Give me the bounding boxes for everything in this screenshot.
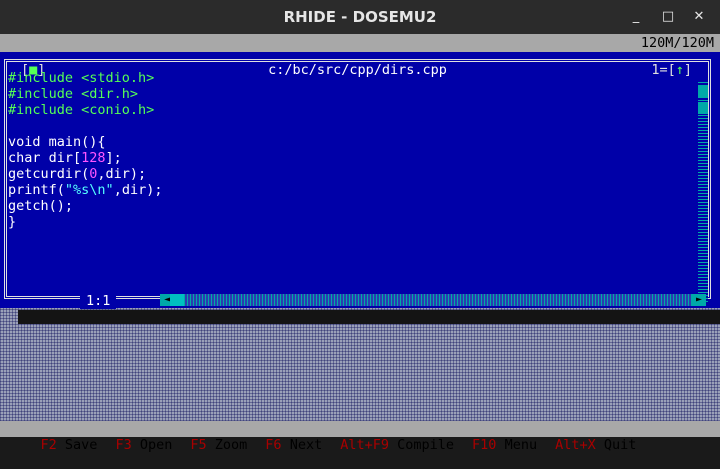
status-next[interactable]: F6 Next — [265, 437, 322, 453]
file-path: c:/bc/src/cpp/dirs.cpp — [262, 62, 453, 78]
memory-indicator: 120M/120M — [640, 35, 714, 51]
code-line-7: getcurdir(0,dir); — [8, 166, 147, 182]
code-line-2: #include <dir.h> — [8, 86, 139, 102]
status-zoom[interactable]: F5 Zoom — [190, 437, 247, 453]
cursor-position: 1:1 — [80, 293, 117, 309]
hscroll-thumb[interactable] — [170, 294, 184, 306]
window-shadow — [18, 310, 720, 324]
status-bar: F2 Save F3 Open F5 Zoom F6 Next Alt+F9 Compi… — [0, 421, 720, 453]
code-line-1: #include <stdio.h> — [8, 70, 155, 86]
status-save[interactable]: F2 Save — [41, 437, 98, 453]
scroll-right-arrow[interactable]: ► — [692, 294, 706, 306]
window-titlebar: RHIDE - DOSEMU2 _ □ ✕ — [0, 0, 720, 34]
maximize-button[interactable]: □ — [660, 9, 676, 25]
scroll-up-arrow[interactable] — [698, 86, 708, 98]
menu-bar: ≡FileEditSearchRunCompileDebugProjectOpt… — [0, 34, 720, 66]
window-title: RHIDE - DOSEMU2 — [283, 8, 437, 26]
status-quit[interactable]: Alt+X Quit — [555, 437, 636, 453]
status-compile[interactable]: Alt+F9 Compile — [340, 437, 454, 453]
dos-screen: ≡FileEditSearchRunCompileDebugProjectOpt… — [0, 34, 720, 453]
code-line-6: char dir[128]; — [8, 150, 122, 166]
code-line-5: void main(){ — [8, 134, 106, 150]
minimize-button[interactable]: _ — [628, 9, 644, 25]
code-line-9: getch(); — [8, 198, 74, 214]
scroll-thumb[interactable] — [698, 102, 708, 114]
zoom-box[interactable]: 1=[↑] — [649, 62, 694, 78]
status-open[interactable]: F3 Open — [115, 437, 172, 453]
window-number: 1 — [651, 62, 660, 78]
editor-window[interactable]: [■] c:/bc/src/cpp/dirs.cpp 1=[↑] #includ… — [0, 52, 720, 309]
status-menu[interactable]: F10 Menu — [472, 437, 537, 453]
close-button[interactable]: ✕ — [691, 9, 707, 25]
desktop-background: [■] c:/bc/src/cpp/dirs.cpp 1=[↑] #includ… — [0, 52, 720, 421]
code-area[interactable]: #include <stdio.h> #include <dir.h> #inc… — [8, 70, 162, 230]
code-line-8: printf("%s\n",dir); — [8, 182, 163, 198]
vertical-scrollbar[interactable] — [698, 80, 708, 302]
code-line-3: #include <conio.h> — [8, 102, 155, 118]
code-line-10: } — [8, 214, 17, 230]
horizontal-scrollbar[interactable]: ◄ ► — [160, 294, 706, 306]
